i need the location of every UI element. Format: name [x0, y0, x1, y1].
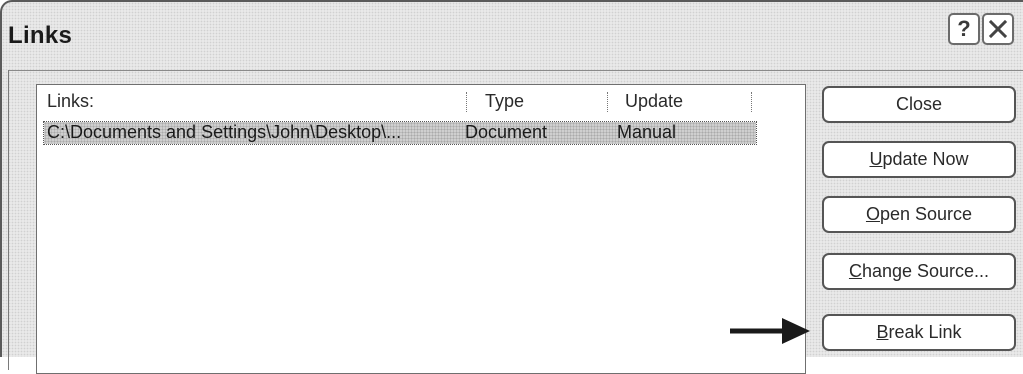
links-dialog: Links ? Links: Type Update C:\Documents …	[0, 0, 1023, 374]
change-source-label: hange Source...	[861, 261, 990, 281]
column-separator[interactable]	[751, 92, 752, 112]
dialog-title: Links	[8, 22, 73, 49]
column-separator[interactable]	[466, 92, 467, 112]
link-update-cell: Manual	[617, 122, 677, 142]
close-button[interactable]: Close	[822, 86, 1016, 123]
list-header: Links: Type Update	[37, 85, 805, 119]
open-source-mnemonic: O	[865, 204, 880, 224]
open-source-label: pen Source	[879, 204, 973, 224]
change-source-mnemonic: C	[848, 261, 862, 281]
column-header-links[interactable]: Links:	[47, 91, 94, 112]
pointer-arrow-icon	[730, 318, 810, 344]
change-source-button[interactable]: Change Source...	[822, 253, 1016, 290]
close-window-button[interactable]	[982, 13, 1014, 45]
link-source-cell: C:\Documents and Settings\John\Desktop\.…	[47, 122, 402, 142]
group-border-left	[8, 70, 9, 370]
group-border-top	[8, 70, 1023, 71]
column-header-type[interactable]: Type	[485, 91, 524, 112]
break-link-button[interactable]: Break Link	[822, 314, 1016, 351]
links-list[interactable]: Links: Type Update C:\Documents and Sett…	[36, 84, 806, 374]
update-now-button[interactable]: Update Now	[822, 141, 1016, 178]
close-x-icon	[987, 18, 1009, 40]
list-item[interactable]: C:\Documents and Settings\John\Desktop\.…	[43, 121, 757, 145]
break-link-label: reak Link	[888, 322, 962, 342]
update-now-label: pdate Now	[882, 149, 969, 169]
close-button-label: Close	[895, 94, 943, 114]
link-type-cell: Document	[465, 122, 548, 142]
help-button[interactable]: ?	[948, 13, 980, 45]
column-separator[interactable]	[607, 92, 608, 112]
break-link-mnemonic: B	[876, 322, 889, 342]
help-icon: ?	[957, 16, 971, 41]
update-now-mnemonic: U	[869, 149, 883, 169]
column-header-update[interactable]: Update	[625, 91, 683, 112]
open-source-button[interactable]: Open Source	[822, 196, 1016, 233]
